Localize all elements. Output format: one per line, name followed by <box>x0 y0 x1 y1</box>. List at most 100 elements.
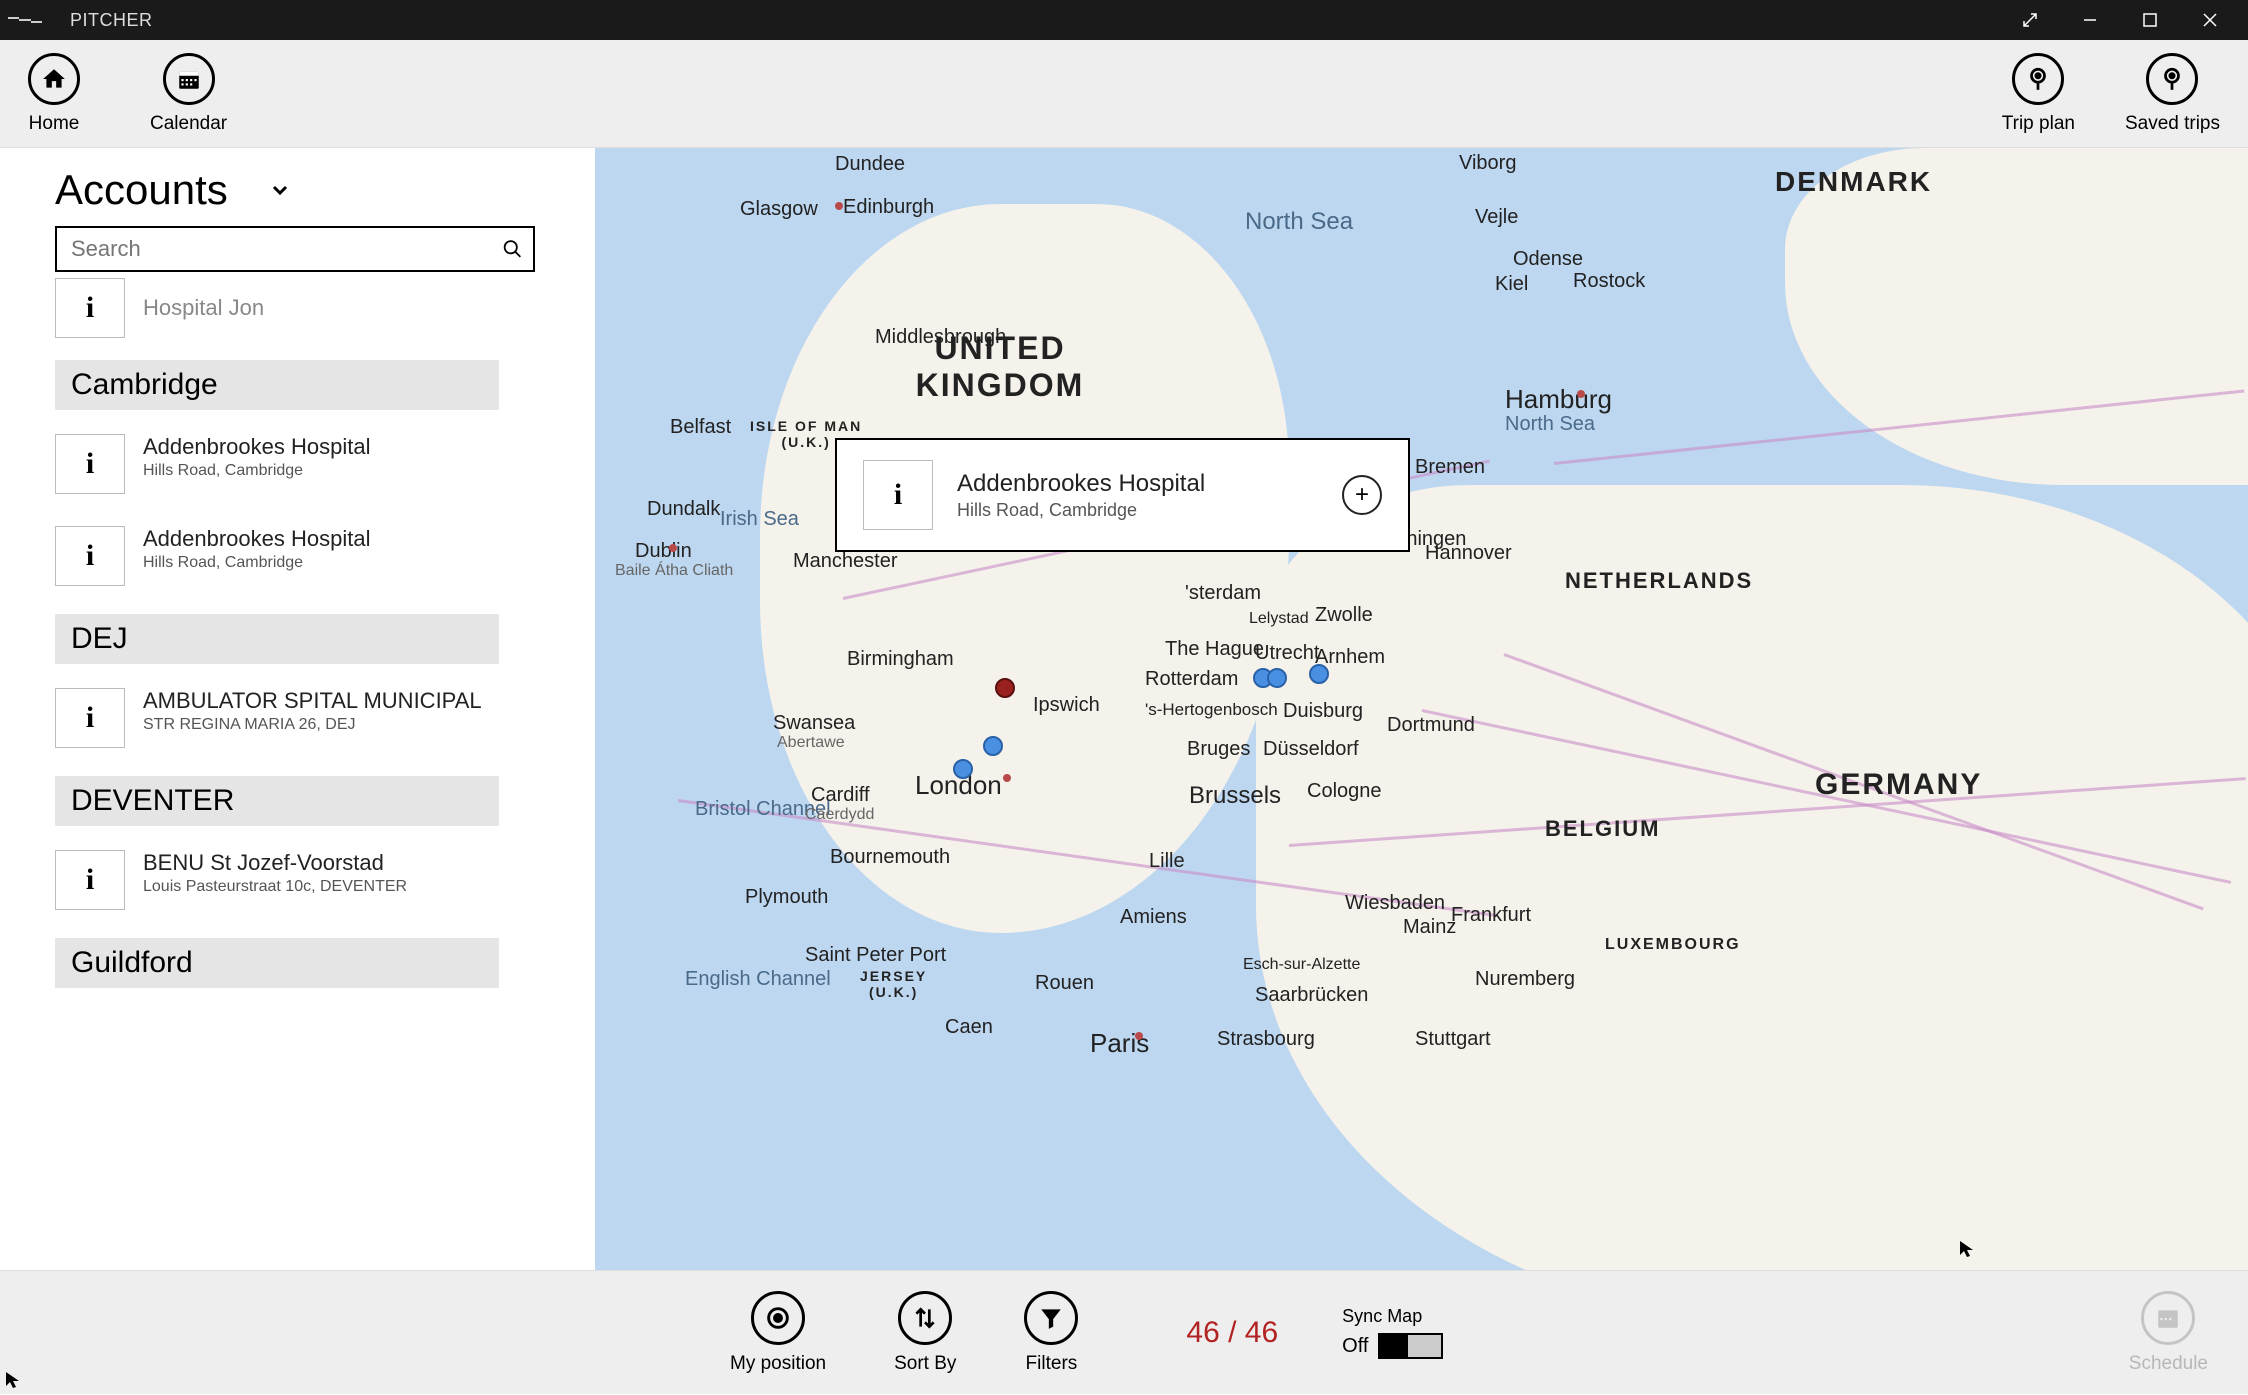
sync-map-toggle[interactable] <box>1378 1333 1443 1359</box>
item-address: STR REGINA MARIA 26, DEJ <box>143 716 482 734</box>
city-label: Glasgow <box>740 198 818 221</box>
calendar-label: Calendar <box>150 113 227 135</box>
city-label: Edinburgh <box>843 196 934 219</box>
title-bar: PITCHER <box>0 0 2248 40</box>
city-label: Bremen <box>1415 456 1485 479</box>
country-label: NETHERLANDS <box>1565 568 1753 594</box>
city-label: Dundee <box>835 153 905 176</box>
list-item[interactable]: i AMBULATOR SPITAL MUNICIPAL STR REGINA … <box>55 684 535 752</box>
home-button[interactable]: Home <box>28 53 80 135</box>
city-label: Viborg <box>1459 152 1516 175</box>
hamburger-menu-button[interactable] <box>8 0 42 40</box>
search-box[interactable] <box>55 226 535 272</box>
city-label: Birmingham <box>847 648 954 671</box>
search-input[interactable] <box>71 236 502 262</box>
accounts-dropdown[interactable]: Accounts <box>55 166 595 214</box>
city-label: Hamburg <box>1505 384 1612 415</box>
pin-icon <box>2159 66 2185 92</box>
filters-label: Filters <box>1026 1353 1078 1375</box>
country-label: LUXEMBOURG <box>1605 936 1741 954</box>
home-icon <box>41 66 67 92</box>
info-icon[interactable]: i <box>55 434 125 494</box>
city-label: Utrecht <box>1255 642 1319 665</box>
city-sublabel: Baile Átha Cliath <box>615 562 733 580</box>
result-count: 46 / 46 <box>1186 1316 1278 1350</box>
city-label: 'sterdam <box>1185 582 1261 605</box>
city-label: Zwolle <box>1315 604 1373 627</box>
chevron-down-icon <box>268 178 292 202</box>
add-to-trip-button[interactable]: + <box>1342 475 1382 515</box>
city-label: Belfast <box>670 416 731 439</box>
map-pin-selected[interactable] <box>995 678 1015 698</box>
list-item[interactable]: i Hospital Jon <box>55 272 535 360</box>
list-item[interactable]: i Addenbrookes Hospital Hills Road, Camb… <box>55 430 535 498</box>
popup-name: Addenbrookes Hospital <box>957 470 1342 498</box>
city-label: Ipswich <box>1033 694 1100 717</box>
city-label: Kiel <box>1495 273 1528 296</box>
map-pin[interactable] <box>1309 664 1329 684</box>
saved-trips-button[interactable]: Saved trips <box>2125 53 2220 135</box>
maximize-button[interactable] <box>2120 0 2180 40</box>
group-header-guildford: Guildford <box>55 938 499 988</box>
calendar-icon <box>2155 1305 2181 1331</box>
city-label: Odense <box>1513 248 1583 271</box>
city-label: Amiens <box>1120 906 1187 929</box>
country-label: JERSEY(U.K.) <box>860 968 927 1000</box>
calendar-icon <box>176 66 202 92</box>
minimize-button[interactable] <box>2060 0 2120 40</box>
map-view[interactable]: North Sea North Sea Irish Sea Bristol Ch… <box>595 148 2248 1270</box>
footer-bar: My position Sort By Filters 46 / 46 Sync… <box>0 1270 2248 1394</box>
app-title: PITCHER <box>70 10 153 31</box>
close-button[interactable] <box>2180 0 2240 40</box>
item-name: BENU St Jozef-Voorstad <box>143 850 407 876</box>
home-label: Home <box>29 113 80 135</box>
group-header-dej: DEJ <box>55 614 499 664</box>
list-item[interactable]: i Addenbrookes Hospital Hills Road, Camb… <box>55 522 535 590</box>
map-pin[interactable] <box>953 759 973 779</box>
city-sublabel: Abertawe <box>777 734 845 752</box>
info-icon[interactable]: i <box>863 460 933 530</box>
info-icon[interactable]: i <box>55 526 125 586</box>
search-icon <box>502 238 523 260</box>
city-label: Wiesbaden <box>1345 892 1445 915</box>
filters-button[interactable]: Filters <box>1024 1291 1078 1375</box>
city-label: Stuttgart <box>1415 1028 1491 1051</box>
map-pin[interactable] <box>983 736 1003 756</box>
saved-trips-label: Saved trips <box>2125 113 2220 135</box>
city-label: Saint Peter Port <box>805 944 946 967</box>
filter-icon <box>1038 1305 1064 1331</box>
sort-by-button[interactable]: Sort By <box>894 1291 956 1375</box>
list-item[interactable]: i BENU St Jozef-Voorstad Louis Pasteurst… <box>55 846 535 914</box>
trip-plan-button[interactable]: Trip plan <box>2002 53 2075 135</box>
city-label: Lille <box>1149 850 1185 873</box>
city-label: Bruges <box>1187 738 1250 761</box>
city-label: Frankfurt <box>1451 904 1531 927</box>
city-label: Düsseldorf <box>1263 738 1359 761</box>
item-address: Hills Road, Cambridge <box>143 554 370 572</box>
city-label: Cardiff <box>811 784 870 807</box>
city-label: Plymouth <box>745 886 828 909</box>
city-label: Bournemouth <box>830 846 950 869</box>
info-icon[interactable]: i <box>55 278 125 338</box>
city-label: 's-Hertogenbosch <box>1145 700 1278 720</box>
my-position-button[interactable]: My position <box>730 1291 826 1375</box>
city-label: Dortmund <box>1387 714 1475 737</box>
city-label: Mainz <box>1403 916 1456 939</box>
info-icon[interactable]: i <box>55 850 125 910</box>
city-sublabel: Caerdydd <box>805 806 874 824</box>
city-label: Vejle <box>1475 206 1518 229</box>
city-label: Dublin <box>635 540 692 563</box>
calendar-button[interactable]: Calendar <box>150 53 227 135</box>
fullscreen-button[interactable] <box>2000 0 2060 40</box>
info-icon[interactable]: i <box>55 688 125 748</box>
sync-map-label: Sync Map <box>1342 1306 1443 1327</box>
accounts-list[interactable]: i Hospital Jon Cambridge i Addenbrookes … <box>55 272 535 1270</box>
trip-plan-label: Trip plan <box>2002 113 2075 135</box>
target-icon <box>764 1304 792 1332</box>
map-pin[interactable] <box>1267 668 1287 688</box>
toolbar: Home Calendar Trip plan Saved trips <box>0 40 2248 148</box>
section-title: Accounts <box>55 166 228 214</box>
sidebar: Accounts i Hospital Jon Cambridge i Adde… <box>0 148 595 1270</box>
map-popup: i Addenbrookes Hospital Hills Road, Camb… <box>835 438 1410 552</box>
country-label: BELGIUM <box>1545 816 1660 842</box>
